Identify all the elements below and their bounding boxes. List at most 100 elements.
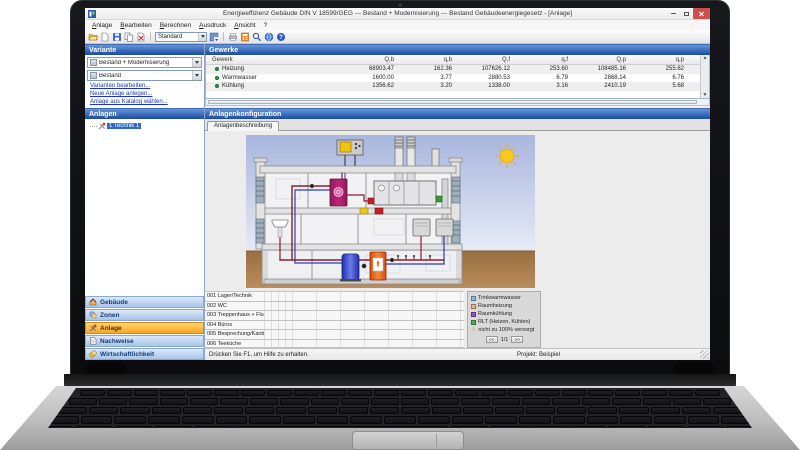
key <box>703 398 731 405</box>
status-bar: Drücken Sie F1, um Hilfe zu erhalten. Pr… <box>205 348 710 360</box>
table-vertical-scrollbar[interactable]: ▲ ▼ <box>700 55 709 98</box>
new-document-icon[interactable] <box>100 32 110 42</box>
status-dot-icon <box>215 76 219 80</box>
column-header-5[interactable]: Q,p <box>573 57 631 63</box>
chevron-down-icon[interactable] <box>192 71 201 80</box>
minimize-button[interactable] <box>667 8 680 19</box>
tree-item-technik[interactable]: 1 Technik 1 <box>87 122 202 130</box>
column-header-0[interactable]: Gewerk <box>206 57 341 63</box>
key <box>519 416 551 424</box>
cell-value: 2410.19 <box>573 83 631 89</box>
sidebar-nav-wirtschaftlichkeit[interactable]: Wirtschaftlichkeit <box>85 348 204 360</box>
legend-swatch <box>471 320 476 325</box>
supply-cell-dhw <box>264 321 271 330</box>
layout-select-icon[interactable] <box>209 32 219 42</box>
pager: << 1/1 >> <box>471 336 538 343</box>
zone-row-5[interactable]: 006 Teeküche <box>205 339 464 349</box>
resize-grip[interactable] <box>700 350 709 359</box>
keyboard-row <box>69 398 731 405</box>
table-row-heizung[interactable]: Heizung68903.47162.36107626.12253.601084… <box>206 65 709 74</box>
legend-item-dhw: Trinkwarmwasser <box>471 294 538 302</box>
zoom-icon[interactable] <box>252 32 262 42</box>
menu-item-5[interactable]: ? <box>260 22 272 29</box>
sidebar-nav-anlage[interactable]: Anlage <box>85 322 204 334</box>
sidebar-link-0[interactable]: Varianten bearbeiten... <box>90 83 200 89</box>
menu-item-2[interactable]: Berechnen <box>156 22 195 29</box>
zone-label: 001 Lager/Technik <box>205 292 264 301</box>
variant-icon <box>90 72 97 79</box>
sidebar-link-2[interactable]: Anlage aus Katalog wählen... <box>90 99 200 105</box>
gewerke-table-header: GewerkQ,bq,bQ,fq,fQ,pq,p <box>206 55 709 65</box>
key <box>80 390 105 396</box>
zone-label: 005 Besprechung/Kantine <box>205 330 264 339</box>
pager-next-button[interactable]: >> <box>511 336 523 343</box>
key <box>129 398 157 405</box>
variant-primary-select[interactable]: Bestand + Modernisierung <box>87 57 202 68</box>
zone-row-0[interactable]: 001 Lager/Technik <box>205 291 464 301</box>
preset-select[interactable]: Standard <box>155 32 207 42</box>
scroll-down-icon[interactable]: ▼ <box>703 92 708 98</box>
column-header-3[interactable]: Q,f <box>457 57 515 63</box>
menu-item-3[interactable]: Ausdruck <box>195 22 230 29</box>
column-header-6[interactable]: q,p <box>631 57 689 63</box>
key <box>654 416 686 424</box>
supply-cell-heating <box>271 292 278 301</box>
key <box>276 407 305 414</box>
menu-item-1[interactable]: Bearbeiten <box>116 22 155 29</box>
zone-row-2[interactable]: 003 Treppenhaus + Flure <box>205 310 464 320</box>
legend-label: Raumheizung <box>478 303 512 309</box>
table-row-kühlung[interactable]: Kühlung1356.623.201338.003.162410.195.68 <box>206 82 709 91</box>
cell-value: 1338.00 <box>457 83 515 89</box>
tab-anlagenbeschreibung[interactable]: Anlagenbeschreibung <box>207 121 279 131</box>
key <box>308 407 337 414</box>
column-header-4[interactable]: q,f <box>515 57 573 63</box>
chevron-down-icon[interactable] <box>192 58 201 67</box>
key <box>120 407 149 414</box>
key <box>134 390 159 396</box>
save-icon[interactable] <box>112 32 122 42</box>
system-icon <box>89 324 97 332</box>
nav-label: Wirtschaftlichkeit <box>100 351 154 358</box>
cell-value: 107626.12 <box>457 66 515 72</box>
sidebar-nav-zonen[interactable]: Zonen <box>85 309 204 321</box>
web-icon[interactable] <box>264 32 274 42</box>
open-icon[interactable] <box>88 32 98 42</box>
scroll-up-icon[interactable]: ▲ <box>703 55 708 61</box>
gewerk-label: Heizung <box>222 66 244 72</box>
konfiguration-body: 001 Lager/Technik002 WC003 Treppenhaus +… <box>205 131 710 348</box>
print-icon[interactable] <box>228 32 238 42</box>
column-header-1[interactable]: Q,b <box>341 57 399 63</box>
key <box>492 398 520 405</box>
key <box>348 390 373 396</box>
key <box>526 407 555 414</box>
help-icon[interactable]: ? <box>276 32 286 42</box>
sidebar-nav-gebäude[interactable]: Gebäude <box>85 296 204 308</box>
delete-icon[interactable] <box>136 32 146 42</box>
column-header-2[interactable]: q,b <box>399 57 457 63</box>
title-bar: Energieeffizienz Gebäude DIN V 18599/GEG… <box>85 8 710 20</box>
gewerk-label: Kühlung <box>222 83 244 89</box>
key <box>535 390 560 396</box>
pager-prev-button[interactable]: << <box>486 336 498 343</box>
key <box>241 390 266 396</box>
close-button[interactable] <box>693 8 710 19</box>
cell-value: 2868.14 <box>573 75 631 81</box>
supply-cell-ahu <box>285 321 292 330</box>
sidebar-nav-nachweise[interactable]: Nachweise <box>85 335 204 347</box>
cell-value: 6.79 <box>515 75 573 81</box>
key <box>350 416 382 424</box>
menu-item-0[interactable]: Anlage <box>88 22 116 29</box>
row-name: Warmwasser <box>206 75 341 81</box>
copy-icon[interactable] <box>124 32 134 42</box>
zone-row-3[interactable]: 004 Büros <box>205 320 464 330</box>
variant-secondary-select[interactable]: Bestand <box>87 70 202 81</box>
maximize-button[interactable] <box>680 8 693 19</box>
zone-row-1[interactable]: 002 WC <box>205 301 464 311</box>
zone-row-4[interactable]: 005 Besprechung/Kantine <box>205 329 464 339</box>
calculate-icon[interactable] <box>240 32 250 42</box>
menu-item-4[interactable]: Ansicht <box>230 22 259 29</box>
table-row-warmwasser[interactable]: Warmwasser1600.003.772880.536.792868.146… <box>206 74 709 83</box>
sidebar-link-1[interactable]: Neue Anlage anlegen... <box>90 91 200 97</box>
key <box>187 390 212 396</box>
table-horizontal-scrollbar[interactable] <box>205 99 710 106</box>
